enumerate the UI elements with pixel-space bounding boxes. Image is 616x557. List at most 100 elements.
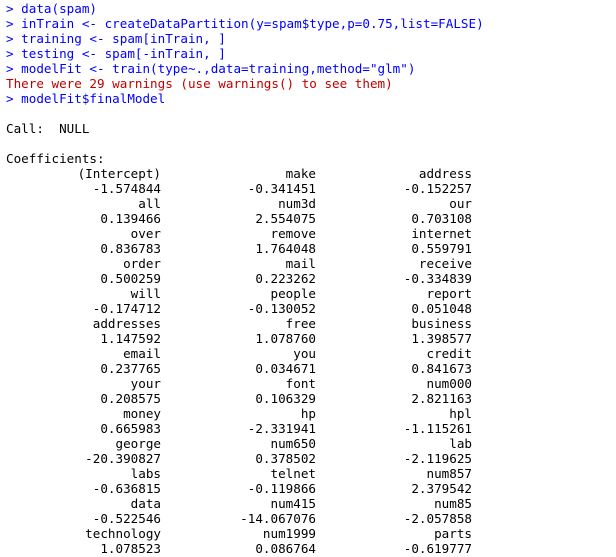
coefficient-name: your <box>130 376 161 391</box>
coefficient-name: addresses <box>92 316 161 331</box>
coefficient-names-row: all num3d our <box>6 196 616 211</box>
coefficient-value: 0.703108 <box>411 211 472 226</box>
coefficients-table: (Intercept) make address -1.574844 -0.341451… <box>6 166 616 556</box>
coefficient-name: free <box>285 316 316 331</box>
coefficient-name: num3d <box>278 196 316 211</box>
coefficient-name: our <box>449 196 472 211</box>
coefficient-value: -2.119625 <box>403 451 472 466</box>
coefficient-name: mail <box>285 256 316 271</box>
coefficient-values-row: 0.237765 0.034671 0.841673 <box>6 361 616 376</box>
coefficient-value: 0.665983 <box>100 421 161 436</box>
coefficient-name: num000 <box>426 376 473 391</box>
coefficient-value: 0.034671 <box>255 361 316 376</box>
r-console[interactable]: > data(spam) > inTrain <- createDataPart… <box>0 0 616 557</box>
coefficient-values-row: 0.208575 0.106329 2.821163 <box>6 391 616 406</box>
coefficient-value: -20.390827 <box>85 451 161 466</box>
coefficient-value: -0.341451 <box>247 181 316 196</box>
coefficient-name: num650 <box>270 436 317 451</box>
coefficient-name: receive <box>418 256 472 271</box>
coefficient-value: -1.115261 <box>403 421 472 436</box>
coefficient-name: num857 <box>426 466 473 481</box>
coefficient-values-row: -20.390827 0.378502 -2.119625 <box>6 451 616 466</box>
coefficient-value: -0.119866 <box>247 481 316 496</box>
coefficient-values-row: -0.636815 -0.119866 2.379542 <box>6 481 616 496</box>
coefficient-name: email <box>123 346 161 361</box>
console-command: > modelFit$finalModel <box>6 91 166 106</box>
coefficient-name: internet <box>411 226 472 241</box>
coefficient-name: num415 <box>270 496 317 511</box>
coefficient-value: -0.130052 <box>247 301 316 316</box>
coefficient-value: 0.208575 <box>100 391 161 406</box>
coefficient-name: labs <box>130 466 161 481</box>
console-command: > data(spam) <box>6 1 97 16</box>
coefficient-name: technology <box>85 526 161 541</box>
coefficient-name: report <box>426 286 473 301</box>
coefficient-name: make <box>285 166 316 181</box>
coefficient-value: 1.078760 <box>255 331 316 346</box>
console-command: > inTrain <- createDataPartition(y=spam$… <box>6 16 484 31</box>
coefficient-value: 0.841673 <box>411 361 472 376</box>
coefficient-value: 0.237765 <box>100 361 161 376</box>
coefficient-name: all <box>138 196 161 211</box>
coefficient-name: num1999 <box>262 526 316 541</box>
coefficient-value: 0.559791 <box>411 241 472 256</box>
console-command: > modelFit <- train(type~.,data=training… <box>6 61 416 76</box>
coefficient-values-row: -0.174712 -0.130052 0.051048 <box>6 301 616 316</box>
coefficient-value: 1.764048 <box>255 241 316 256</box>
coefficient-value: -1.574844 <box>92 181 161 196</box>
coefficient-names-row: technology num1999 parts <box>6 526 616 541</box>
coefficient-name: telnet <box>270 466 317 481</box>
coefficient-names-row: your font num000 <box>6 376 616 391</box>
coefficient-name: will <box>130 286 161 301</box>
coefficient-names-row: money hp hpl <box>6 406 616 421</box>
coefficient-names-row: data num415 num85 <box>6 496 616 511</box>
coefficient-value: -2.331941 <box>247 421 316 436</box>
coefficient-value: -14.067076 <box>240 511 316 526</box>
coefficient-values-row: 1.147592 1.078760 1.398577 <box>6 331 616 346</box>
coefficient-name: business <box>411 316 472 331</box>
warning-message: There were 29 warnings (use warnings() t… <box>6 76 393 91</box>
coefficient-value: 0.836783 <box>100 241 161 256</box>
coefficient-names-row: addresses free business <box>6 316 616 331</box>
coefficient-values-row: 1.078523 0.086764 -0.619777 <box>6 541 616 556</box>
coefficient-value: -0.152257 <box>403 181 472 196</box>
coefficient-name: people <box>270 286 317 301</box>
coefficient-values-row: -0.522546 -14.067076 -2.057858 <box>6 511 616 526</box>
coefficient-value: 2.554075 <box>255 211 316 226</box>
coefficient-value: 0.086764 <box>255 541 316 556</box>
coefficient-value: -0.522546 <box>92 511 161 526</box>
coefficient-value: 0.139466 <box>100 211 161 226</box>
coefficient-value: -0.636815 <box>92 481 161 496</box>
coefficient-name: remove <box>270 226 317 241</box>
coefficient-names-row: over remove internet <box>6 226 616 241</box>
coefficient-value: 0.500259 <box>100 271 161 286</box>
coefficient-name: credit <box>426 346 473 361</box>
coefficient-name: george <box>115 436 162 451</box>
coefficient-value: 0.223262 <box>255 271 316 286</box>
console-command: > training <- spam[inTrain, ] <box>6 31 226 46</box>
coefficient-value: -0.334839 <box>403 271 472 286</box>
coefficient-value: 1.078523 <box>100 541 161 556</box>
coefficient-values-row: 0.665983 -2.331941 -1.115261 <box>6 421 616 436</box>
coefficient-value: 2.821163 <box>411 391 472 406</box>
coefficient-name: parts <box>434 526 472 541</box>
coefficient-name: hpl <box>449 406 472 421</box>
coefficient-value: 0.378502 <box>255 451 316 466</box>
coefficient-values-row: 0.139466 2.554075 0.703108 <box>6 211 616 226</box>
coefficient-value: -2.057858 <box>403 511 472 526</box>
coefficient-value: -0.174712 <box>92 301 161 316</box>
coefficient-name: you <box>293 346 316 361</box>
coefficient-name: address <box>418 166 472 181</box>
coefficient-name: hp <box>300 406 316 421</box>
console-command: > testing <- spam[-inTrain, ] <box>6 46 226 61</box>
coefficient-name: over <box>130 226 161 241</box>
coefficient-value: 0.106329 <box>255 391 316 406</box>
coefficient-names-row: email you credit <box>6 346 616 361</box>
coefficient-value: 2.379542 <box>411 481 472 496</box>
coefficient-value: -0.619777 <box>403 541 472 556</box>
coefficient-names-row: (Intercept) make address <box>6 166 616 181</box>
coefficient-values-row: -1.574844 -0.341451 -0.152257 <box>6 181 616 196</box>
coefficient-values-row: 0.500259 0.223262 -0.334839 <box>6 271 616 286</box>
